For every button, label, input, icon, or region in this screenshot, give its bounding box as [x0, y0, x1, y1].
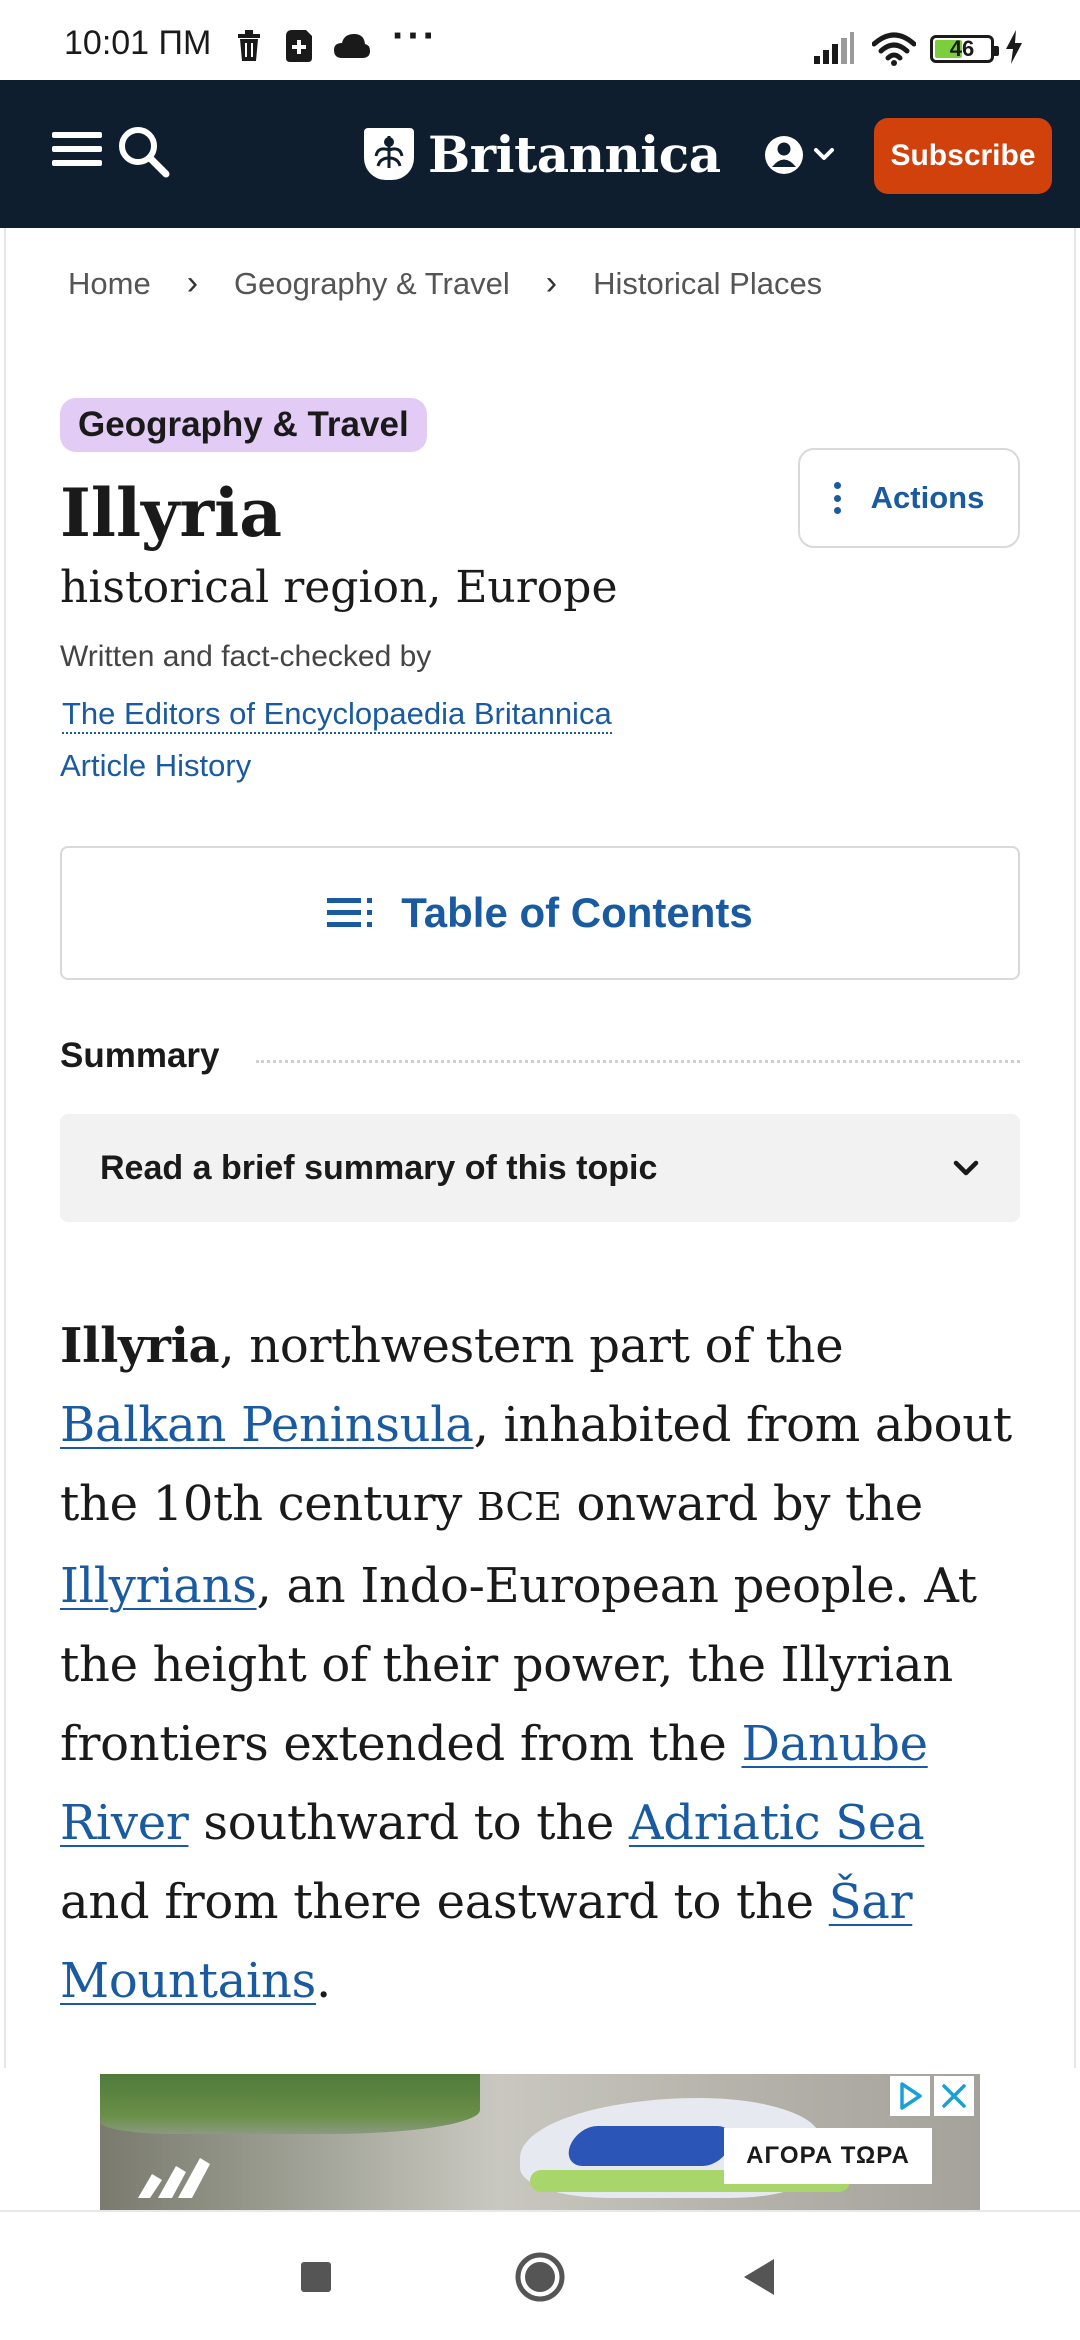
summary-toggle-label: Read a brief summary of this topic [100, 1148, 658, 1187]
search-icon[interactable] [116, 124, 172, 180]
charging-icon [1006, 30, 1022, 64]
home-icon[interactable] [510, 2247, 570, 2307]
sim-icon [286, 30, 312, 62]
breadcrumb: Home › Geography & Travel › Historical P… [68, 264, 822, 303]
table-of-contents-button[interactable]: Table of Contents [60, 846, 1020, 980]
signal-icon [814, 32, 854, 64]
body-text-segment: , northwestern part of the [219, 1318, 844, 1374]
summary-toggle[interactable]: Read a brief summary of this topic [60, 1114, 1020, 1222]
hamburger-icon[interactable] [52, 132, 102, 172]
summary-heading: Summary [60, 1036, 220, 1075]
body-text-segment: . [315, 1953, 331, 2009]
more-vertical-icon [833, 482, 841, 514]
battery-icon: 46 [930, 35, 999, 63]
britannica-logo[interactable]: Britannica [364, 124, 721, 184]
byline-label: Written and fact-checked by [60, 640, 432, 673]
body-text-segment: onward by the [561, 1476, 924, 1532]
body-text-segment: southward to the [188, 1795, 629, 1851]
breadcrumb-historical-places[interactable]: Historical Places [593, 266, 822, 302]
list-icon [327, 898, 373, 927]
ad-cta-button[interactable]: ΑΓΟΡΑ ΤΩΡΑ [724, 2128, 932, 2184]
battery-level-text: 46 [949, 36, 975, 61]
status-bar: 10:01 ПМ ··· 46 [0, 0, 1080, 80]
category-tag[interactable]: Geography & Travel [60, 398, 427, 452]
breadcrumb-geography-travel[interactable]: Geography & Travel [234, 266, 510, 302]
article-lead-term: Illyria [60, 1318, 220, 1374]
byline-author-link[interactable]: The Editors of Encyclopaedia Britannica [62, 696, 612, 734]
summary-divider [256, 1060, 1020, 1063]
link-illyrians[interactable]: Illyrians [60, 1558, 257, 1614]
wifi-icon [872, 32, 916, 66]
chevron-down-icon [953, 1160, 979, 1176]
body-text-segment: and from there eastward to the [60, 1874, 829, 1930]
recents-icon[interactable] [286, 2247, 346, 2307]
back-icon[interactable] [730, 2247, 790, 2307]
trash-icon [238, 30, 260, 61]
era-abbreviation: BCE [477, 1485, 562, 1529]
breadcrumb-separator: › [186, 264, 199, 302]
page-subtitle: historical region, Europe [60, 562, 618, 613]
article-history-link[interactable]: Article History [60, 748, 251, 784]
system-nav-bar [0, 2210, 1080, 2340]
link-balkan-peninsula[interactable]: Balkan Peninsula [60, 1397, 474, 1453]
breadcrumb-separator: › [545, 264, 558, 302]
ad-banner[interactable]: ΑΓΟΡΑ ΤΩΡΑ [100, 2074, 980, 2210]
user-icon [765, 136, 834, 174]
link-adriatic-sea[interactable]: Adriatic Sea [629, 1795, 925, 1851]
ad-product-stripe [562, 2126, 738, 2166]
page-title: Illyria [60, 474, 282, 552]
cloud-icon [334, 34, 370, 58]
adchoices-icon[interactable] [890, 2076, 930, 2116]
subscribe-button[interactable]: Subscribe [874, 118, 1052, 194]
breadcrumb-home[interactable]: Home [68, 266, 151, 302]
thistle-logo-icon [364, 128, 414, 180]
toc-label: Table of Contents [401, 889, 753, 936]
more-notifications-indicator: ··· [392, 14, 438, 58]
actions-button[interactable]: Actions [798, 448, 1020, 548]
site-header: Britannica Subscribe [0, 80, 1080, 228]
account-menu-button[interactable] [764, 130, 854, 180]
brand-logo [138, 2158, 210, 2198]
ad-background-image [100, 2074, 480, 2134]
close-icon[interactable] [934, 2076, 974, 2116]
logo-text: Britannica [428, 124, 721, 184]
actions-label: Actions [870, 480, 985, 515]
status-time: 10:01 ПМ [64, 24, 212, 62]
article-intro-paragraph: Illyria, northwestern part of the Balkan… [60, 1307, 1020, 2021]
